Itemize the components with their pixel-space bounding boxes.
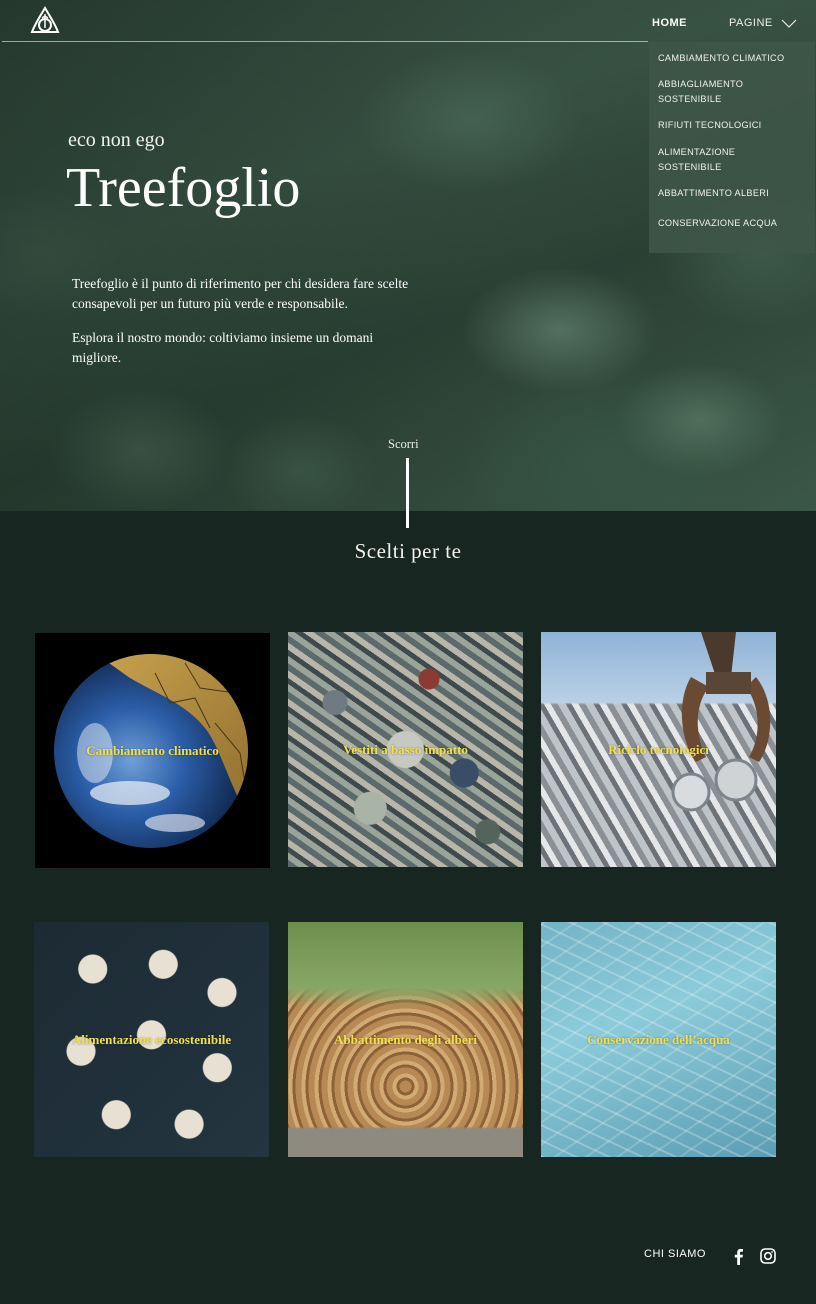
section-title: Scelti per te <box>354 539 462 563</box>
hero-paragraph: Treefoglio è il punto di riferimento per… <box>72 276 409 311</box>
hero-tagline: eco non ego <box>68 129 165 151</box>
nav-home[interactable]: HOME <box>652 17 687 29</box>
card-conservazione-acqua[interactable]: Conservazione dell’acqua <box>541 922 776 1157</box>
chevron-down-icon[interactable] <box>781 19 797 29</box>
card-alimentazione-ecosostenibile[interactable]: Alimentazione ecosostenibile <box>34 922 269 1157</box>
dropdown-item-cambiamento-climatico[interactable]: CAMBIAMENTO CLIMATICO <box>658 51 808 66</box>
dropdown-item-conservazione-acqua[interactable]: CONSERVAZIONE ACQUA <box>658 216 808 231</box>
dropdown-item-alimentazione-sostenibile[interactable]: ALIMENTAZIONE SOSTENIBILE <box>658 145 753 175</box>
card-label: Conservazione dell’acqua <box>587 1031 730 1047</box>
triquetra-tree-logo-icon[interactable] <box>29 6 61 36</box>
card-label: Cambiamento climatico <box>86 742 219 758</box>
card-label: Vestiti a basso impatto <box>343 741 468 757</box>
card-vestiti-basso-impatto[interactable]: Vestiti a basso impatto <box>288 632 523 867</box>
scroll-indicator-line <box>406 458 409 528</box>
card-riciclo-tecnologici[interactable]: Riciclo tecnologici <box>541 632 776 867</box>
facebook-icon[interactable] <box>732 1248 744 1265</box>
dropdown-item-abbigliamento-sostenibile[interactable]: ABBIAGLIAMENTO SOSTENIBILE <box>658 77 753 107</box>
card-label: Abbattimento degli alberi <box>334 1031 477 1047</box>
hero-description: Treefoglio è il punto di riferimento per… <box>72 274 417 382</box>
header-divider <box>2 41 648 42</box>
card-label: Riciclo tecnologici <box>608 741 709 757</box>
card-cambiamento-climatico[interactable]: Cambiamento climatico <box>35 633 270 868</box>
scroll-label[interactable]: Scorri <box>388 437 419 452</box>
brand-title: Treefoglio <box>66 157 301 219</box>
hero-paragraph: Esplora il nostro mondo: coltiviamo insi… <box>72 330 374 365</box>
instagram-icon[interactable] <box>760 1248 776 1264</box>
card-label: Alimentazione ecosostenibile <box>71 1031 232 1047</box>
pagine-dropdown-menu: CAMBIAMENTO CLIMATICO ABBIAGLIAMENTO SOS… <box>649 42 815 253</box>
card-abbattimento-alberi[interactable]: Abbattimento degli alberi <box>288 922 523 1157</box>
dropdown-item-abbattimento-alberi[interactable]: ABBATTIMENTO ALBERI <box>658 186 808 201</box>
footer-chi-siamo-link[interactable]: CHI SIAMO <box>644 1248 706 1260</box>
dropdown-item-rifiuti-tecnologici[interactable]: RIFIUTI TECNOLOGICI <box>658 118 808 133</box>
nav-pagine[interactable]: PAGINE <box>729 17 773 29</box>
